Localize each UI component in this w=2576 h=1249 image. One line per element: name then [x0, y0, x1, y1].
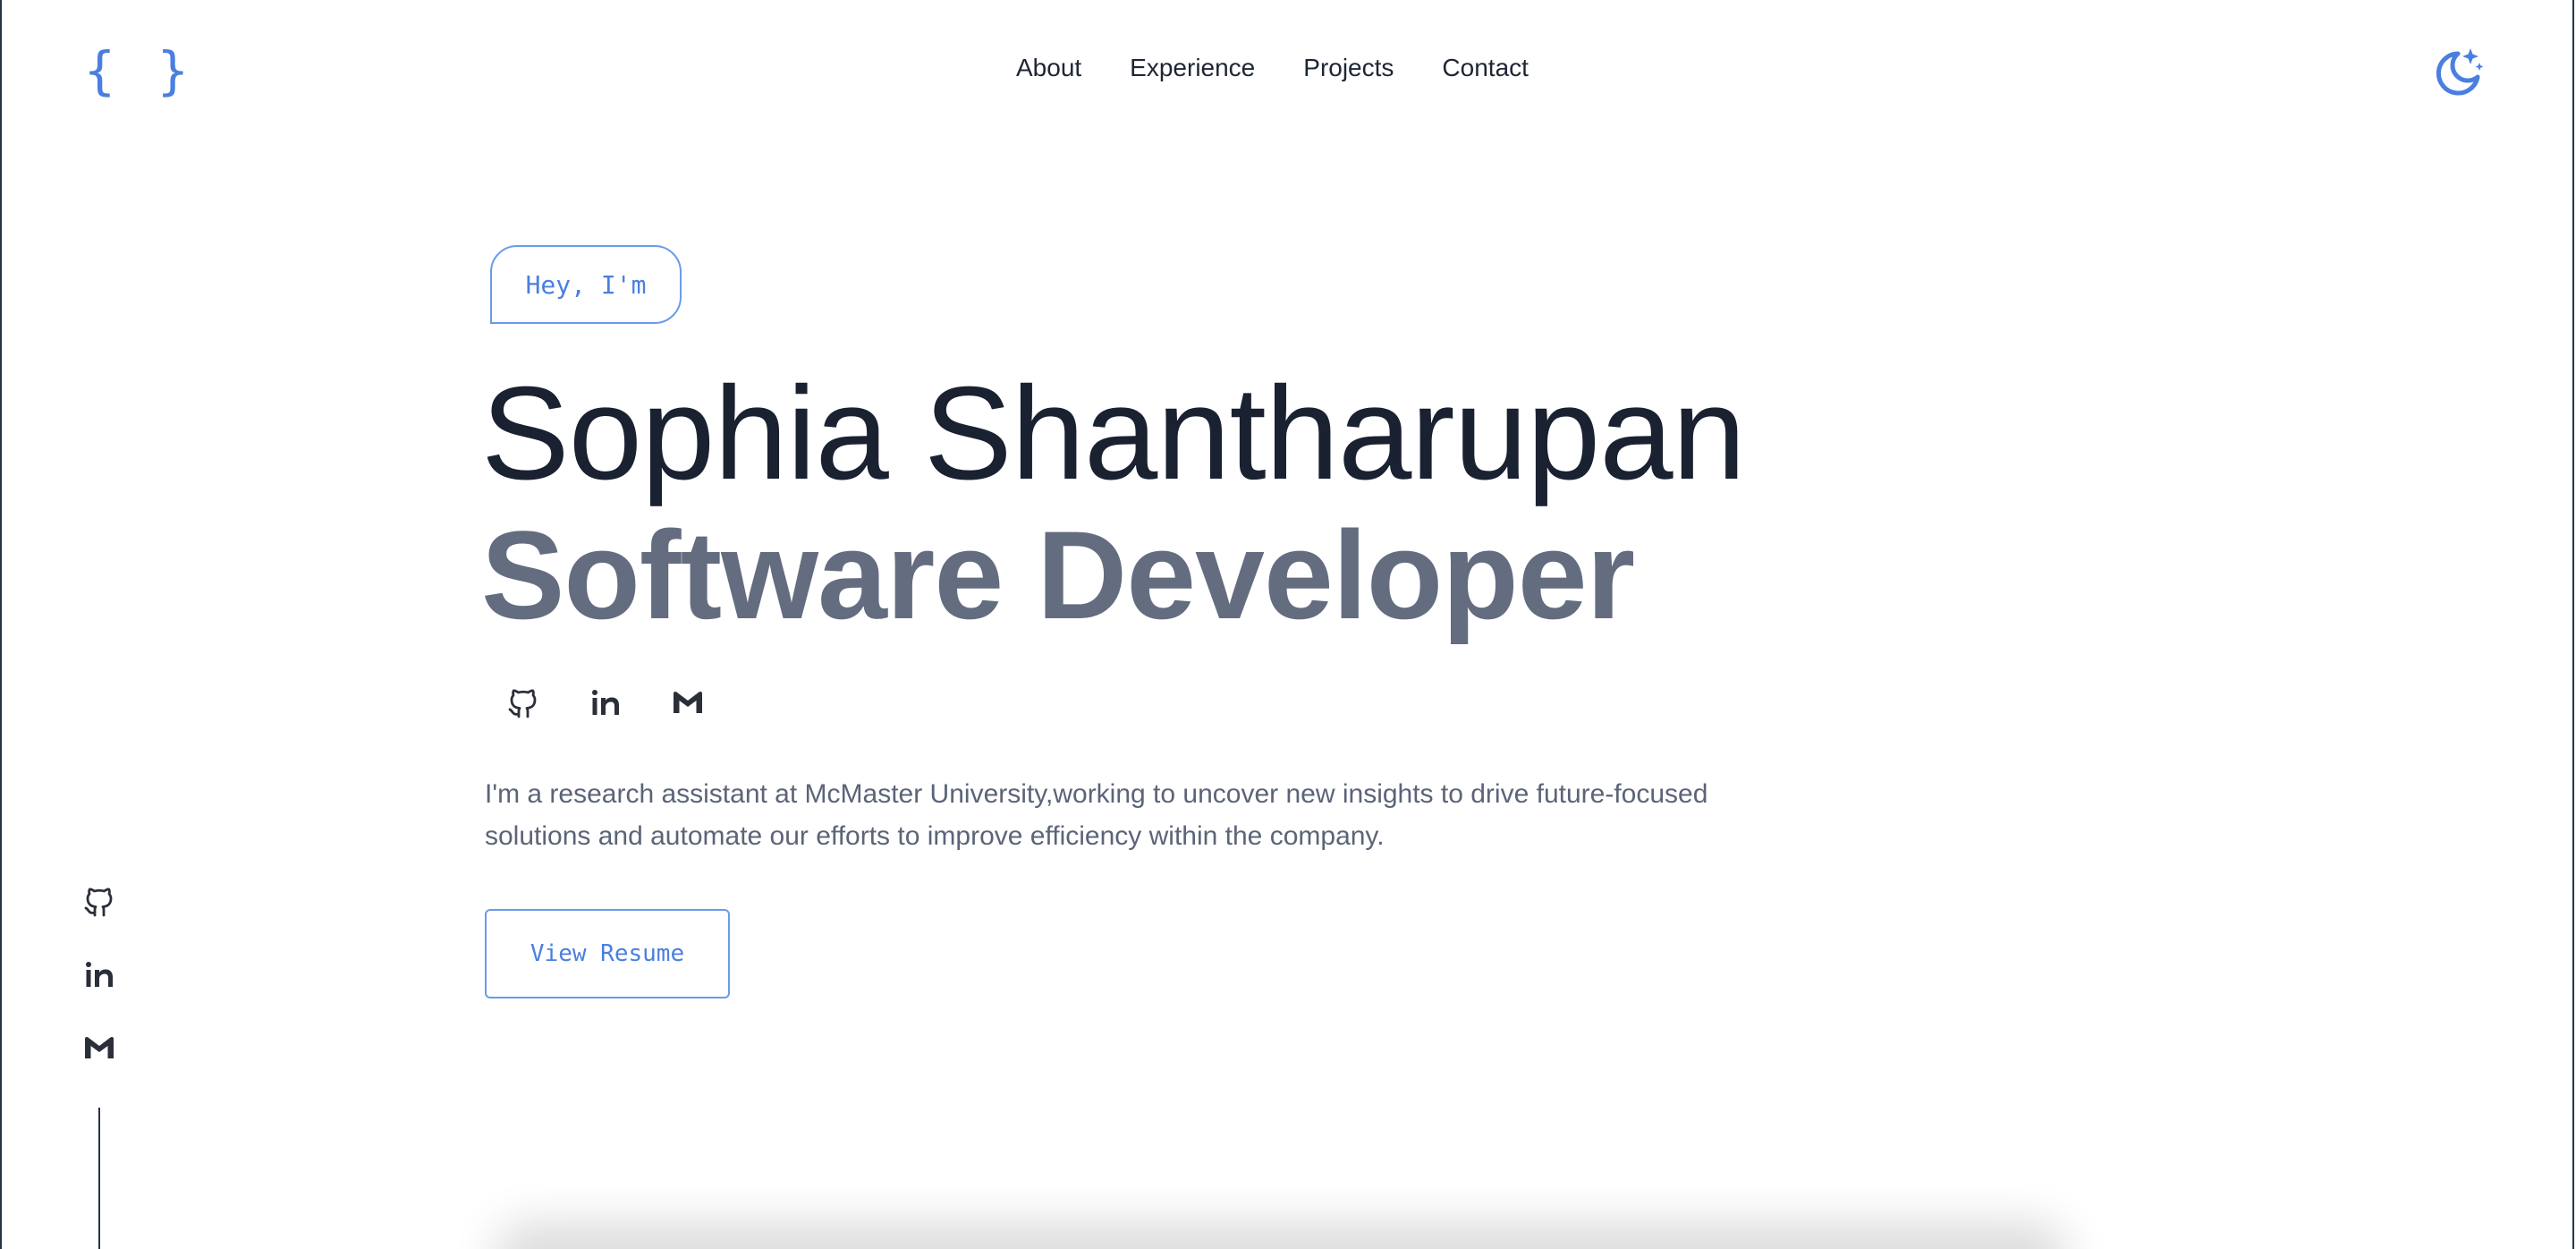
side-email-link[interactable] — [80, 1029, 118, 1066]
nav-about[interactable]: About — [1016, 50, 1081, 86]
hero-github-link[interactable] — [504, 684, 542, 721]
github-icon — [84, 888, 113, 917]
moon-stars-icon — [2436, 48, 2484, 96]
side-rail-divider — [98, 1108, 100, 1249]
hero-social-links — [504, 684, 707, 721]
side-social-rail — [80, 882, 118, 1066]
view-resume-button[interactable]: View Resume — [485, 909, 730, 998]
hero-bio: I'm a research assistant at McMaster Uni… — [485, 779, 1708, 851]
main-nav: About Experience Projects Contact — [1016, 50, 1577, 86]
theme-toggle-button[interactable] — [2431, 45, 2485, 98]
nav-contact[interactable]: Contact — [1442, 50, 1529, 86]
page: { } About Experience Projects Contact He… — [0, 0, 2574, 1249]
logo[interactable]: { } — [84, 39, 194, 102]
hero-name: Sophia Shantharupan — [481, 360, 1746, 507]
greeting-bubble: Hey, I'm — [490, 245, 682, 324]
hero-linkedin-link[interactable] — [587, 684, 624, 721]
nav-projects[interactable]: Projects — [1303, 50, 1394, 86]
gmail-icon — [674, 692, 702, 713]
gmail-icon — [85, 1037, 114, 1058]
linkedin-icon — [592, 690, 619, 715]
side-github-link[interactable] — [80, 882, 118, 920]
hero-role: Software Developer — [481, 505, 1635, 645]
hero-email-link[interactable] — [669, 684, 707, 721]
github-icon — [508, 689, 537, 718]
linkedin-icon — [86, 962, 113, 987]
nav-experience[interactable]: Experience — [1130, 50, 1255, 86]
side-linkedin-link[interactable] — [80, 956, 118, 993]
